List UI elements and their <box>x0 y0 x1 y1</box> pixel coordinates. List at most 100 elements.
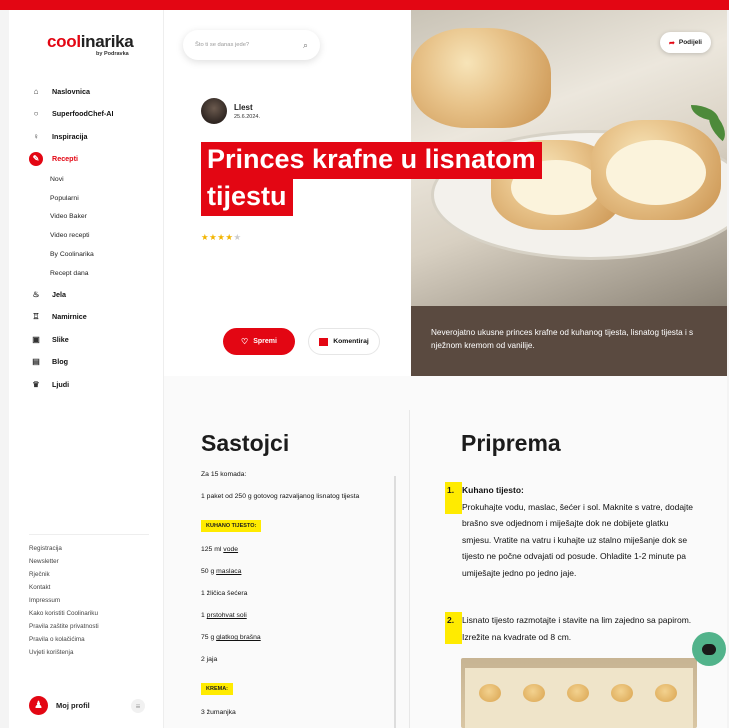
column-divider <box>409 410 410 728</box>
footer-link-registracija[interactable]: Registracija <box>29 542 159 555</box>
page-title: Princes krafne u lisnatom tijestu <box>201 142 591 216</box>
page-frame: coolinarika by Podravka ⌂ Naslovnica ○ S… <box>9 10 727 728</box>
save-button[interactable]: ♡ Spremi <box>223 328 295 355</box>
preparation-title: Priprema <box>461 430 561 456</box>
publish-date: 25.6.2024. <box>234 113 260 120</box>
people-icon: ♛ <box>32 379 40 389</box>
sidebar-subitem-video-recepti[interactable]: Video recepti <box>29 226 159 245</box>
user-icon: ♟ <box>29 696 48 715</box>
footer-link-kontakt[interactable]: Kontakt <box>29 581 159 594</box>
ingredient-link[interactable]: prstohvat soli <box>207 612 247 619</box>
logo-subtitle: by Podravka <box>96 51 129 57</box>
sidebar-item-recepti[interactable]: ✎ Recepti <box>29 148 159 171</box>
profile-label: Moj profil <box>56 701 90 710</box>
top-accent-bar <box>0 0 729 10</box>
servings-text: Za 15 komada: <box>201 471 247 478</box>
star-empty-icon: ★ <box>233 232 242 242</box>
pastry-shape <box>411 28 551 128</box>
ingredient-link[interactable]: glatkog brašna <box>216 634 261 641</box>
sidebar: coolinarika by Podravka ⌂ Naslovnica ○ S… <box>9 10 164 728</box>
preparation-step: 2. Lisnato tijesto razmotajte i stavite … <box>445 612 695 645</box>
sidebar-subitem-by-coolinarika[interactable]: By Coolinarika <box>29 245 159 264</box>
save-label: Spremi <box>253 338 277 345</box>
share-button[interactable]: ➦ Podijeli <box>660 32 711 53</box>
sidebar-item-superfoodchef[interactable]: ○ SuperfoodChef-AI <box>29 103 159 126</box>
cream-shape <box>606 140 706 205</box>
title-line-2: tijestu <box>201 179 293 216</box>
avatar[interactable] <box>201 98 227 124</box>
footer-link-rjecnik[interactable]: Rječnik <box>29 568 159 581</box>
menu-icon[interactable]: ≡ <box>131 699 145 713</box>
share-icon: ➦ <box>669 39 675 47</box>
sidebar-subitem-video-baker[interactable]: Video Baker <box>29 208 159 227</box>
footer-link-newsletter[interactable]: Newsletter <box>29 555 159 568</box>
sidebar-item-jela[interactable]: ♨ Jela <box>29 283 159 306</box>
sidebar-item-blog[interactable]: ▤ Blog <box>29 350 159 373</box>
sidebar-subitem-novi[interactable]: Novi <box>29 170 159 189</box>
ingredient-link[interactable]: maslaca <box>216 568 241 575</box>
ingredient-link[interactable]: vode <box>223 546 238 553</box>
sidebar-item-namirnice[interactable]: ♖ Namirnice <box>29 305 159 328</box>
star-icon: ★ <box>201 232 210 242</box>
ingredient-group-label: KUHANO TIJESTO: <box>201 520 262 532</box>
sidebar-item-label: Blog <box>52 357 68 367</box>
footer-link-kako-koristiti[interactable]: Kako koristiti Coolinariku <box>29 607 159 620</box>
home-icon: ⌂ <box>33 86 39 96</box>
logo[interactable]: coolinarika <box>47 32 134 52</box>
sidebar-item-label: Inspiracija <box>52 131 88 141</box>
ingredient-item: 75 g glatkog brašna <box>201 634 261 641</box>
sidebar-item-slike[interactable]: ▣ Slike <box>29 328 159 351</box>
author-name[interactable]: Llest <box>234 103 260 112</box>
ingredient-item: 1 prstohvat soli <box>201 612 247 619</box>
title-line-1: Princes krafne u lisnatom <box>201 142 542 179</box>
image-icon: ▣ <box>32 334 40 344</box>
chat-bubble-icon <box>702 643 716 655</box>
pastry-puff-shape <box>655 684 677 702</box>
ingredient-item: 2 jaja <box>201 656 218 663</box>
footer-link-kolacici[interactable]: Pravila o kolačićima <box>29 633 159 646</box>
footer-link-uvjeti[interactable]: Uvjeti korištenja <box>29 646 159 659</box>
lightbulb-icon: ♀ <box>33 131 39 141</box>
ingredient-item: 50 g maslaca <box>201 568 242 575</box>
step-number: 1. <box>445 482 462 514</box>
profile-link[interactable]: ♟ Moj profil <box>29 696 90 715</box>
step-heading: Kuhano tijesto: <box>462 485 524 495</box>
ingredients-title: Sastojci <box>201 430 290 456</box>
ingredient-icon: ♖ <box>32 312 40 322</box>
preparation-step: 1. Kuhano tijesto: Prokuhajte vodu, masla… <box>445 482 695 581</box>
sidebar-item-label: SuperfoodChef-AI <box>52 109 114 119</box>
recipe-description: Neverojatno ukusne princes krafne od kuh… <box>411 306 727 376</box>
dish-icon: ♨ <box>32 289 40 299</box>
rating-stars[interactable]: ★★★★★ <box>201 232 242 243</box>
sidebar-item-label: Naslovnica <box>52 86 90 96</box>
footer-link-impressum[interactable]: Impressum <box>29 594 159 607</box>
recipe-actions: ♡ Spremi Komentiraj <box>201 306 411 376</box>
sidebar-item-naslovnica[interactable]: ⌂ Naslovnica <box>29 80 159 103</box>
step-number: 2. <box>445 612 462 644</box>
chat-button[interactable] <box>692 632 726 666</box>
step-text: Prokuhajte vodu, maslac, šećer i sol. Ma… <box>462 501 694 578</box>
sidebar-item-label: Recepti <box>52 154 78 164</box>
ingredient-item: 1 žličica šećera <box>201 590 248 597</box>
ingredients-list: Za 15 komada: 1 paket od 250 g gotovog r… <box>201 470 386 728</box>
comment-button[interactable]: Komentiraj <box>308 328 380 355</box>
ingredients-scrollbar[interactable] <box>394 476 396 728</box>
comment-label: Komentiraj <box>333 338 369 345</box>
sidebar-subitem-popularni[interactable]: Popularni <box>29 189 159 208</box>
sidebar-nav: ⌂ Naslovnica ○ SuperfoodChef-AI ♀ Inspir… <box>29 80 159 395</box>
sidebar-item-ljudi[interactable]: ♛ Ljudi <box>29 373 159 396</box>
sidebar-item-inspiracija[interactable]: ♀ Inspiracija <box>29 125 159 148</box>
comment-icon <box>319 337 329 346</box>
step-image <box>461 658 697 728</box>
search-bar[interactable]: Što ti se danas jede? ⌕ <box>183 30 320 60</box>
pastry-puff-shape <box>479 684 501 702</box>
search-icon[interactable]: ⌕ <box>303 40 308 51</box>
ingredient-item: 125 ml vode <box>201 546 239 553</box>
heart-icon: ♡ <box>241 337 249 346</box>
footer-link-privatnost[interactable]: Pravila zaštite privatnosti <box>29 620 159 633</box>
sidebar-item-label: Namirnice <box>52 312 87 322</box>
recipe-author[interactable]: Llest 25.6.2024. <box>201 98 260 124</box>
sidebar-subitem-recept-dana[interactable]: Recept dana <box>29 264 159 283</box>
sidebar-item-label: Slike <box>52 334 69 344</box>
search-input[interactable]: Što ti se danas jede? <box>195 42 303 48</box>
